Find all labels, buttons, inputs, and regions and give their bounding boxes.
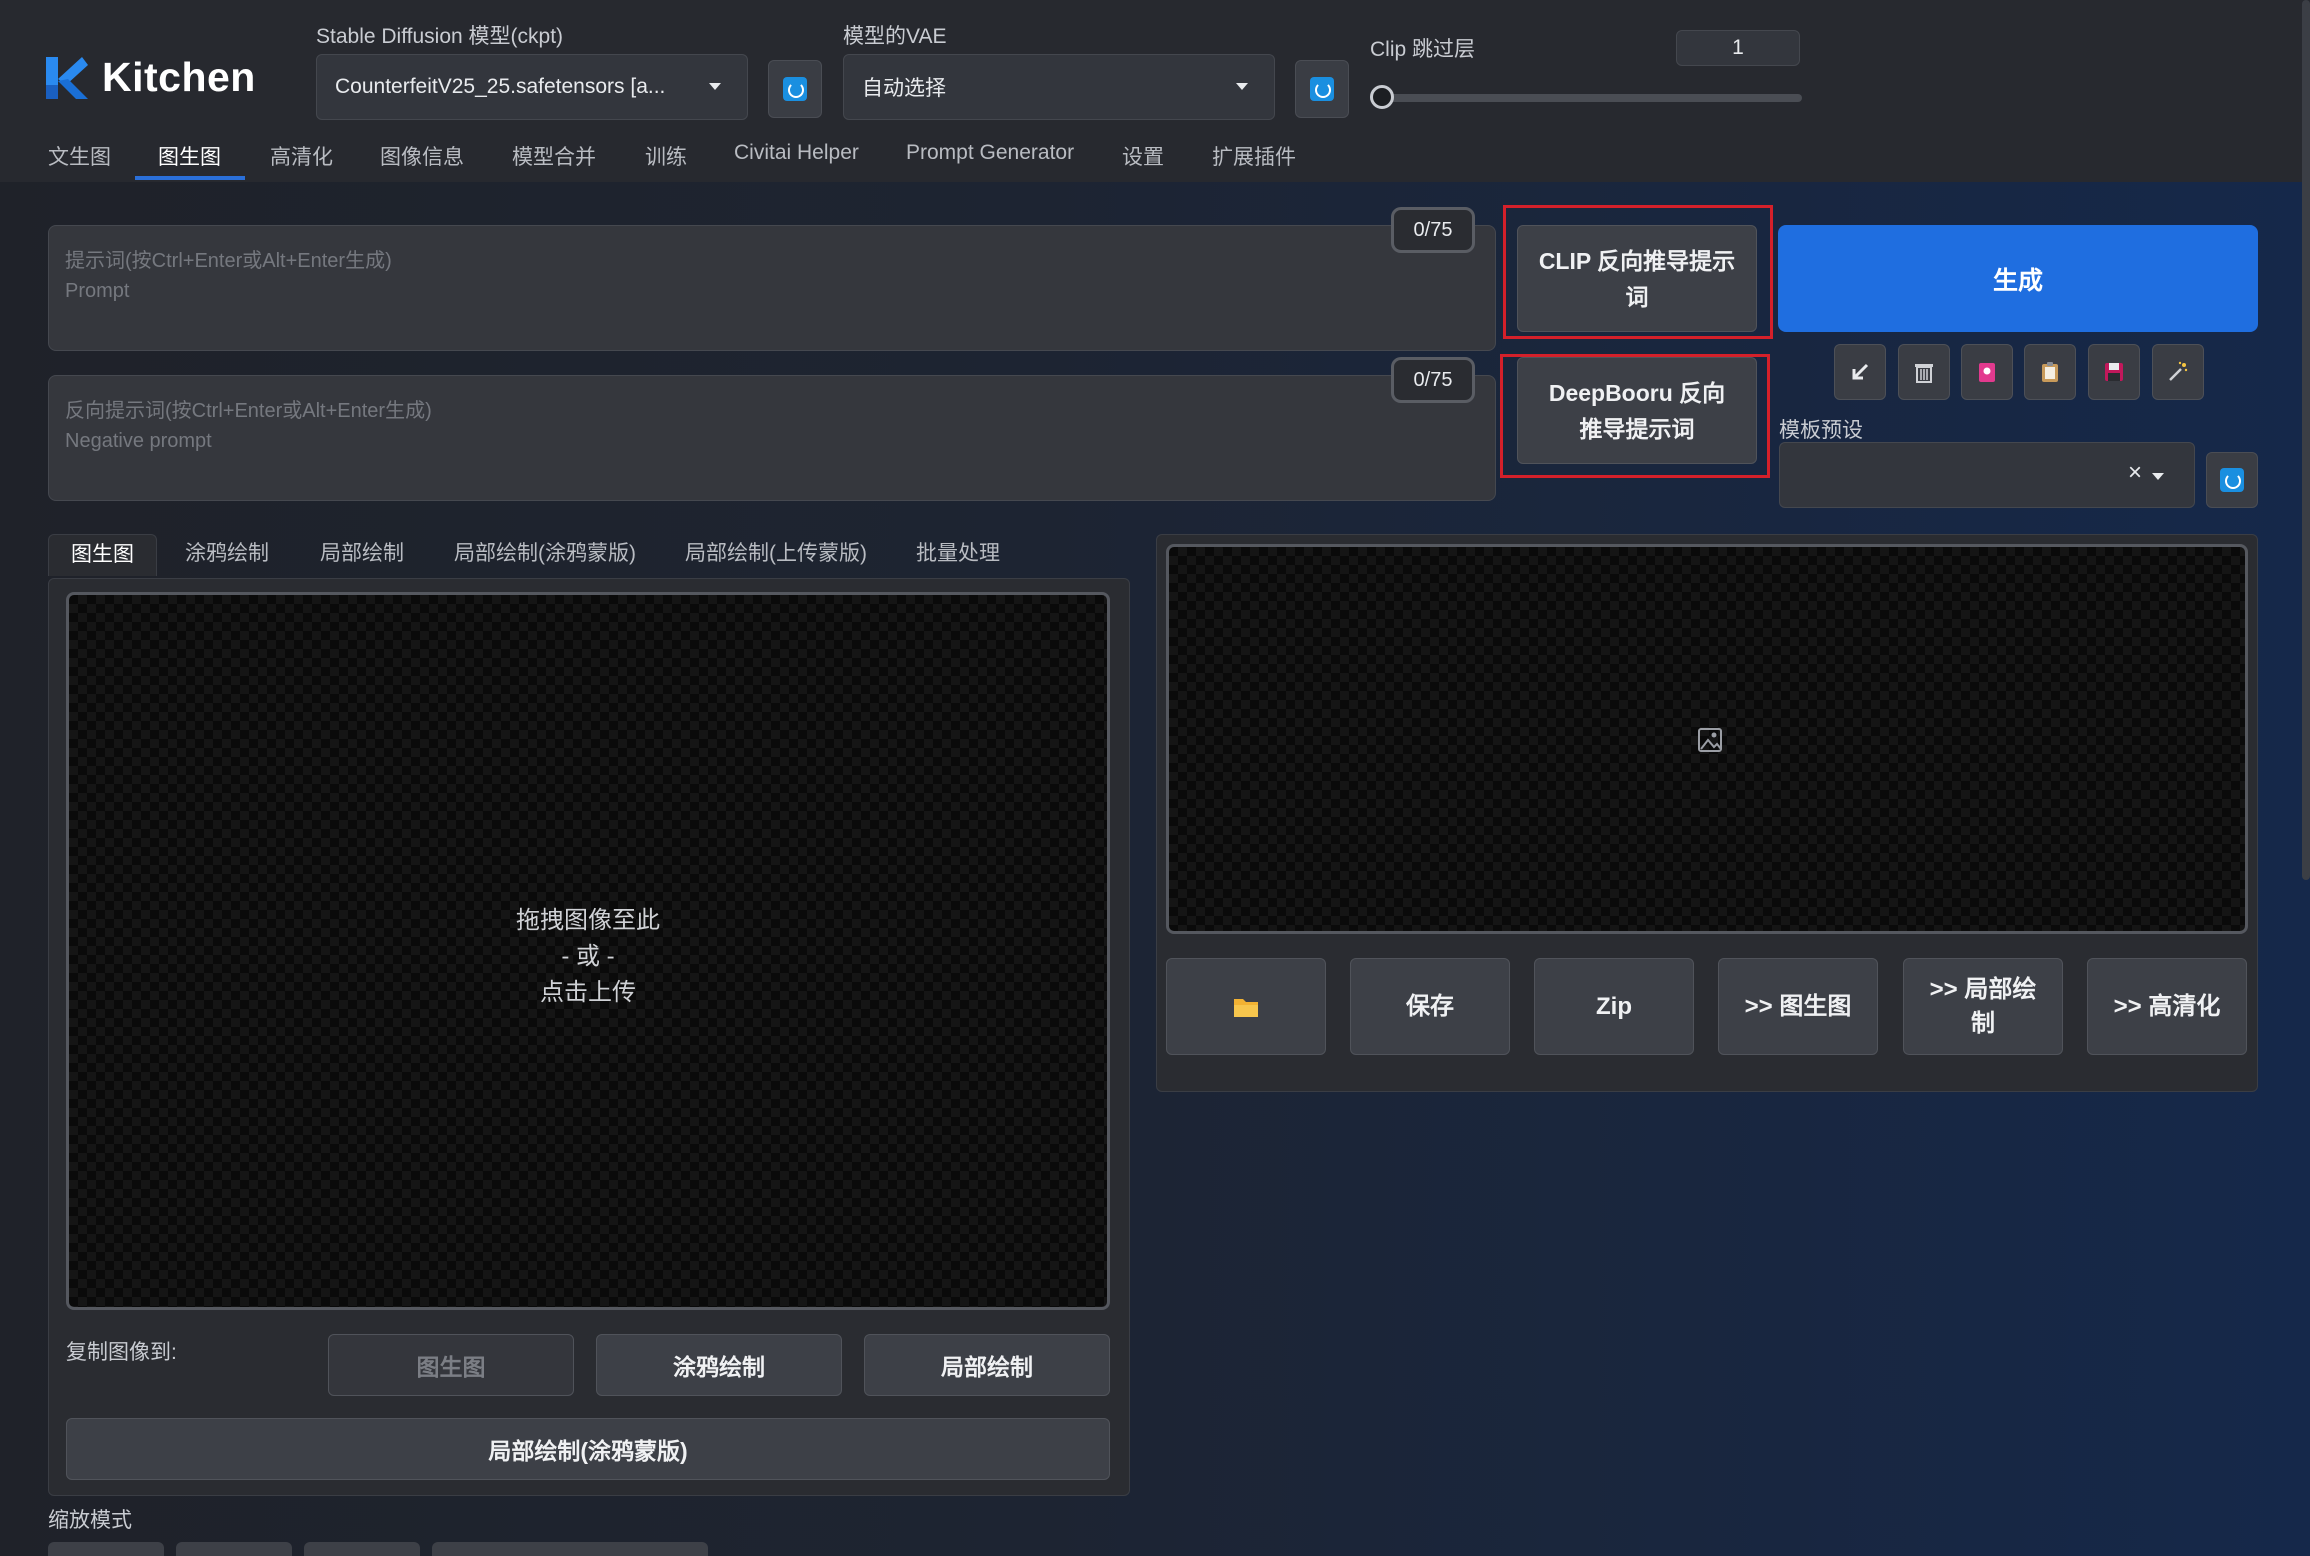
extra-networks-button[interactable] bbox=[1961, 344, 2013, 400]
card-icon bbox=[1979, 363, 1995, 382]
app-title: Kitchen bbox=[102, 54, 256, 100]
chevron-down-icon bbox=[1236, 83, 1248, 90]
model-select[interactable]: CounterfeitV25_25.safetensors [a... bbox=[316, 54, 748, 120]
refresh-icon bbox=[1310, 77, 1334, 101]
prompt-placeholder-line2: Prompt bbox=[65, 280, 130, 302]
vae-select[interactable]: 自动选择 bbox=[843, 54, 1275, 120]
prompt-placeholder-line1: 提示词(按Ctrl+Enter或Alt+Enter生成) bbox=[65, 250, 392, 272]
clear-prompt-button[interactable] bbox=[1898, 344, 1950, 400]
active-tab-indicator bbox=[135, 176, 245, 180]
upload-click-text: 点击上传 bbox=[540, 979, 636, 1006]
vae-select-value: 自动选择 bbox=[862, 77, 946, 100]
subtab-img2img[interactable]: 图生图 bbox=[48, 534, 157, 576]
clear-icon[interactable]: × bbox=[2128, 459, 2142, 487]
clip-interrogate-button[interactable]: CLIP 反向推导提示词 bbox=[1517, 225, 1757, 332]
tab-prompt-generator[interactable]: Prompt Generator bbox=[906, 141, 1074, 185]
folder-icon bbox=[1234, 998, 1258, 1017]
preset-label: 模板预设 bbox=[1779, 419, 1863, 442]
clip-skip-label: Clip 跳过层 bbox=[1370, 38, 1476, 61]
subtab-batch[interactable]: 批量处理 bbox=[916, 538, 1000, 580]
send-to-extras-button[interactable]: >> 高清化 bbox=[2087, 958, 2247, 1055]
kitchen-logo-icon bbox=[46, 56, 88, 99]
refresh-icon bbox=[2220, 468, 2244, 492]
tab-civitai-helper[interactable]: Civitai Helper bbox=[734, 141, 859, 185]
refresh-model-button[interactable] bbox=[768, 60, 822, 118]
chevron-down-icon bbox=[709, 83, 721, 90]
trash-icon bbox=[1915, 364, 1933, 383]
app-logo: Kitchen bbox=[46, 54, 256, 101]
prompt-textarea[interactable]: 提示词(按Ctrl+Enter或Alt+Enter生成) Prompt bbox=[48, 225, 1496, 351]
clip-skip-input[interactable]: 1 bbox=[1676, 30, 1800, 66]
model-select-value: CounterfeitV25_25.safetensors [a... bbox=[335, 75, 666, 98]
copy-to-sketch-button[interactable]: 涂鸦绘制 bbox=[596, 1334, 842, 1396]
save-icon bbox=[2105, 363, 2123, 381]
copy-to-img2img-button[interactable]: 图生图 bbox=[328, 1334, 574, 1396]
clip-skip-slider-handle[interactable] bbox=[1370, 85, 1394, 109]
tab-extensions[interactable]: 扩展插件 bbox=[1212, 141, 1296, 185]
resize-mode-label: 缩放模式 bbox=[48, 1509, 132, 1532]
page-scrollbar[interactable] bbox=[2302, 0, 2310, 880]
negative-prompt-token-counter: 0/75 bbox=[1391, 357, 1475, 403]
refresh-vae-button[interactable] bbox=[1295, 60, 1349, 118]
preset-select[interactable]: × bbox=[1779, 442, 2195, 508]
upload-or-text: - 或 - bbox=[561, 943, 615, 970]
image-placeholder-icon bbox=[1698, 728, 1722, 752]
chevron-down-icon bbox=[2152, 473, 2164, 480]
vae-label: 模型的VAE bbox=[843, 25, 947, 48]
negative-prompt-placeholder-line1: 反向提示词(按Ctrl+Enter或Alt+Enter生成) bbox=[65, 400, 432, 422]
apply-style-button[interactable] bbox=[2024, 344, 2076, 400]
copy-to-inpaint-sketch-button[interactable]: 局部绘制(涂鸦蒙版) bbox=[66, 1418, 1110, 1480]
clipboard-icon bbox=[2042, 362, 2058, 382]
clip-skip-slider[interactable] bbox=[1370, 94, 1802, 102]
arrow-icon bbox=[1852, 363, 1869, 380]
magic-icon bbox=[2169, 361, 2188, 381]
upload-drag-text: 拖拽图像至此 bbox=[516, 907, 660, 934]
deepbooru-interrogate-button[interactable]: DeepBooru 反向推导提示词 bbox=[1517, 357, 1757, 464]
negative-prompt-textarea[interactable]: 反向提示词(按Ctrl+Enter或Alt+Enter生成) Negative … bbox=[48, 375, 1496, 501]
copy-to-label: 复制图像到: bbox=[66, 1341, 177, 1364]
refresh-icon bbox=[783, 77, 807, 101]
send-to-img2img-button[interactable]: >> 图生图 bbox=[1718, 958, 1878, 1055]
save-button[interactable]: 保存 bbox=[1350, 958, 1510, 1055]
resize-mode-option[interactable] bbox=[48, 1542, 164, 1556]
resize-mode-option[interactable] bbox=[176, 1542, 292, 1556]
tab-png-info[interactable]: 图像信息 bbox=[380, 141, 464, 185]
prompt-token-counter: 0/75 bbox=[1391, 207, 1475, 253]
negative-prompt-placeholder-line2: Negative prompt bbox=[65, 430, 212, 452]
resize-mode-option[interactable] bbox=[432, 1542, 708, 1556]
image-upload-area[interactable]: 拖拽图像至此 - 或 - 点击上传 bbox=[66, 592, 1110, 1310]
model-label: Stable Diffusion 模型(ckpt) bbox=[316, 25, 564, 48]
generate-button[interactable]: 生成 bbox=[1778, 225, 2258, 332]
save-style-button[interactable] bbox=[2088, 344, 2140, 400]
paste-prompt-button[interactable] bbox=[1834, 344, 1886, 400]
tab-settings[interactable]: 设置 bbox=[1122, 141, 1164, 185]
tab-txt2img[interactable]: 文生图 bbox=[48, 141, 111, 185]
subtab-inpaint[interactable]: 局部绘制 bbox=[320, 538, 404, 580]
zip-button[interactable]: Zip bbox=[1534, 958, 1694, 1055]
copy-to-inpaint-button[interactable]: 局部绘制 bbox=[864, 1334, 1110, 1396]
tab-extras[interactable]: 高清化 bbox=[270, 141, 333, 185]
resize-mode-option[interactable] bbox=[304, 1542, 420, 1556]
magic-prompt-button[interactable] bbox=[2152, 344, 2204, 400]
open-folder-button[interactable] bbox=[1166, 958, 1326, 1055]
subtab-inpaint-upload[interactable]: 局部绘制(上传蒙版) bbox=[685, 538, 867, 580]
output-gallery[interactable] bbox=[1166, 544, 2248, 934]
subtab-inpaint-sketch[interactable]: 局部绘制(涂鸦蒙版) bbox=[454, 538, 636, 580]
subtab-sketch[interactable]: 涂鸦绘制 bbox=[185, 538, 269, 580]
refresh-preset-button[interactable] bbox=[2206, 452, 2258, 508]
tab-train[interactable]: 训练 bbox=[645, 141, 687, 185]
tab-checkpoint-merger[interactable]: 模型合并 bbox=[512, 141, 596, 185]
send-to-inpaint-button[interactable]: >> 局部绘制 bbox=[1903, 958, 2063, 1055]
